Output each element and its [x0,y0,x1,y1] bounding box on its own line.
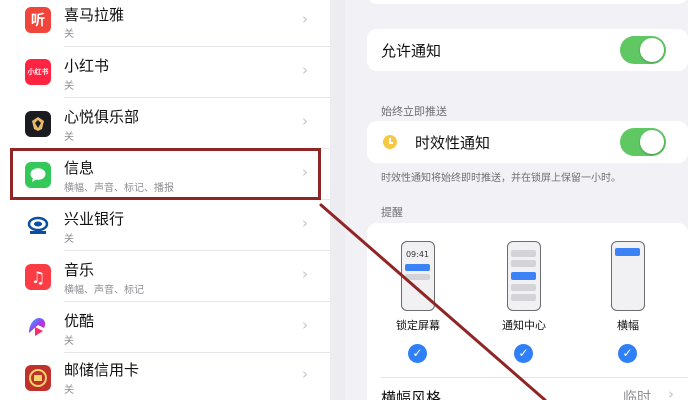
allow-notifications-label: 允许通知 [381,42,442,60]
chevron-right-icon: › [302,265,308,283]
app-status: 关 [64,336,74,347]
always-deliver-header: 始终立即推送 [381,105,447,118]
app-row-xinyue-club[interactable]: 心悦俱乐部 关 › [0,98,330,148]
notification-center-label: 通知中心 [502,319,546,332]
chevron-right-icon: › [302,365,308,383]
banner-preview-icon[interactable] [611,241,645,311]
app-row-ximalaya[interactable]: 听 喜马拉雅 关 › [0,0,330,46]
app-status: 关 [64,81,74,92]
app-list-panel: 听 喜马拉雅 关 › 小红书 小红书 关 › 心悦俱乐部 关 › 信息 横幅、声… [0,0,330,400]
app-row-xiaohongshu[interactable]: 小红书 小红书 关 › [0,47,330,97]
alerts-header: 提醒 [381,206,403,219]
chevron-right-icon: › [302,112,308,130]
app-status: 关 [64,385,74,396]
app-name: 兴业银行 [64,210,125,228]
clock-icon [383,135,397,149]
app-name: 小红书 [64,57,110,75]
psbc-card-icon [25,365,51,391]
banner-label: 横幅 [617,319,639,332]
xinyue-club-icon [25,111,51,137]
time-sensitive-footnote: 时效性通知将始终即时推送，并在锁屏上保留一小时。 [381,173,621,184]
preview-time: 09:41 [405,250,430,259]
alert-styles-card: 09:41 锁定屏幕 ✓ 通知中心 ✓ 横幅 ✓ [367,223,688,378]
app-name: 喜马拉雅 [64,6,125,24]
ximalaya-icon: 听 [25,7,51,33]
notification-center-checkmark-icon[interactable]: ✓ [514,344,533,363]
banner-style-row[interactable]: 横幅风格 临时 › [367,378,688,400]
app-row-cib-bank[interactable]: 兴业银行 关 › [0,200,330,250]
banner-checkmark-icon[interactable]: ✓ [618,344,637,363]
xiaohongshu-icon: 小红书 [25,59,51,85]
app-name: 优酷 [64,312,95,330]
time-sensitive-toggle[interactable] [620,128,666,156]
time-sensitive-label: 时效性通知 [415,134,491,152]
chevron-right-icon: › [302,10,308,28]
banner-style-value: 临时 [623,390,651,400]
music-icon: ♫ [25,264,51,290]
app-status: 关 [64,132,74,143]
app-name: 邮储信用卡 [64,361,140,379]
app-status: 横幅、声音、标记 [64,285,144,296]
app-status: 关 [64,29,74,40]
app-status: 关 [64,234,74,245]
notification-center-preview-icon[interactable] [507,241,541,311]
lock-screen-checkmark-icon[interactable]: ✓ [408,344,427,363]
lock-screen-preview-icon[interactable]: 09:41 [401,241,435,311]
chevron-right-icon: › [302,214,308,232]
app-row-youku[interactable]: 优酷 关 › [0,302,330,352]
app-name: 音乐 [64,261,95,279]
cib-bank-icon [25,213,51,239]
top-card-edge [367,0,688,4]
highlight-box [10,148,321,200]
allow-notifications-row[interactable]: 允许通知 [367,29,688,71]
chevron-right-icon: › [302,316,308,334]
youku-icon [25,314,51,340]
chevron-right-icon: › [302,61,308,79]
time-sensitive-row[interactable]: 时效性通知 [367,121,688,163]
app-row-music[interactable]: ♫ 音乐 横幅、声音、标记 › [0,251,330,301]
chevron-right-icon: › [668,385,674,400]
notification-settings-panel: 允许通知 始终立即推送 时效性通知 时效性通知将始终即时推送，并在锁屏上保留一小… [345,0,688,400]
app-row-psbc-card[interactable]: 邮储信用卡 关 › [0,353,330,400]
lock-screen-label: 锁定屏幕 [396,319,440,332]
app-name: 心悦俱乐部 [64,108,140,126]
allow-notifications-toggle[interactable] [620,36,666,64]
banner-style-label: 横幅风格 [381,389,442,400]
